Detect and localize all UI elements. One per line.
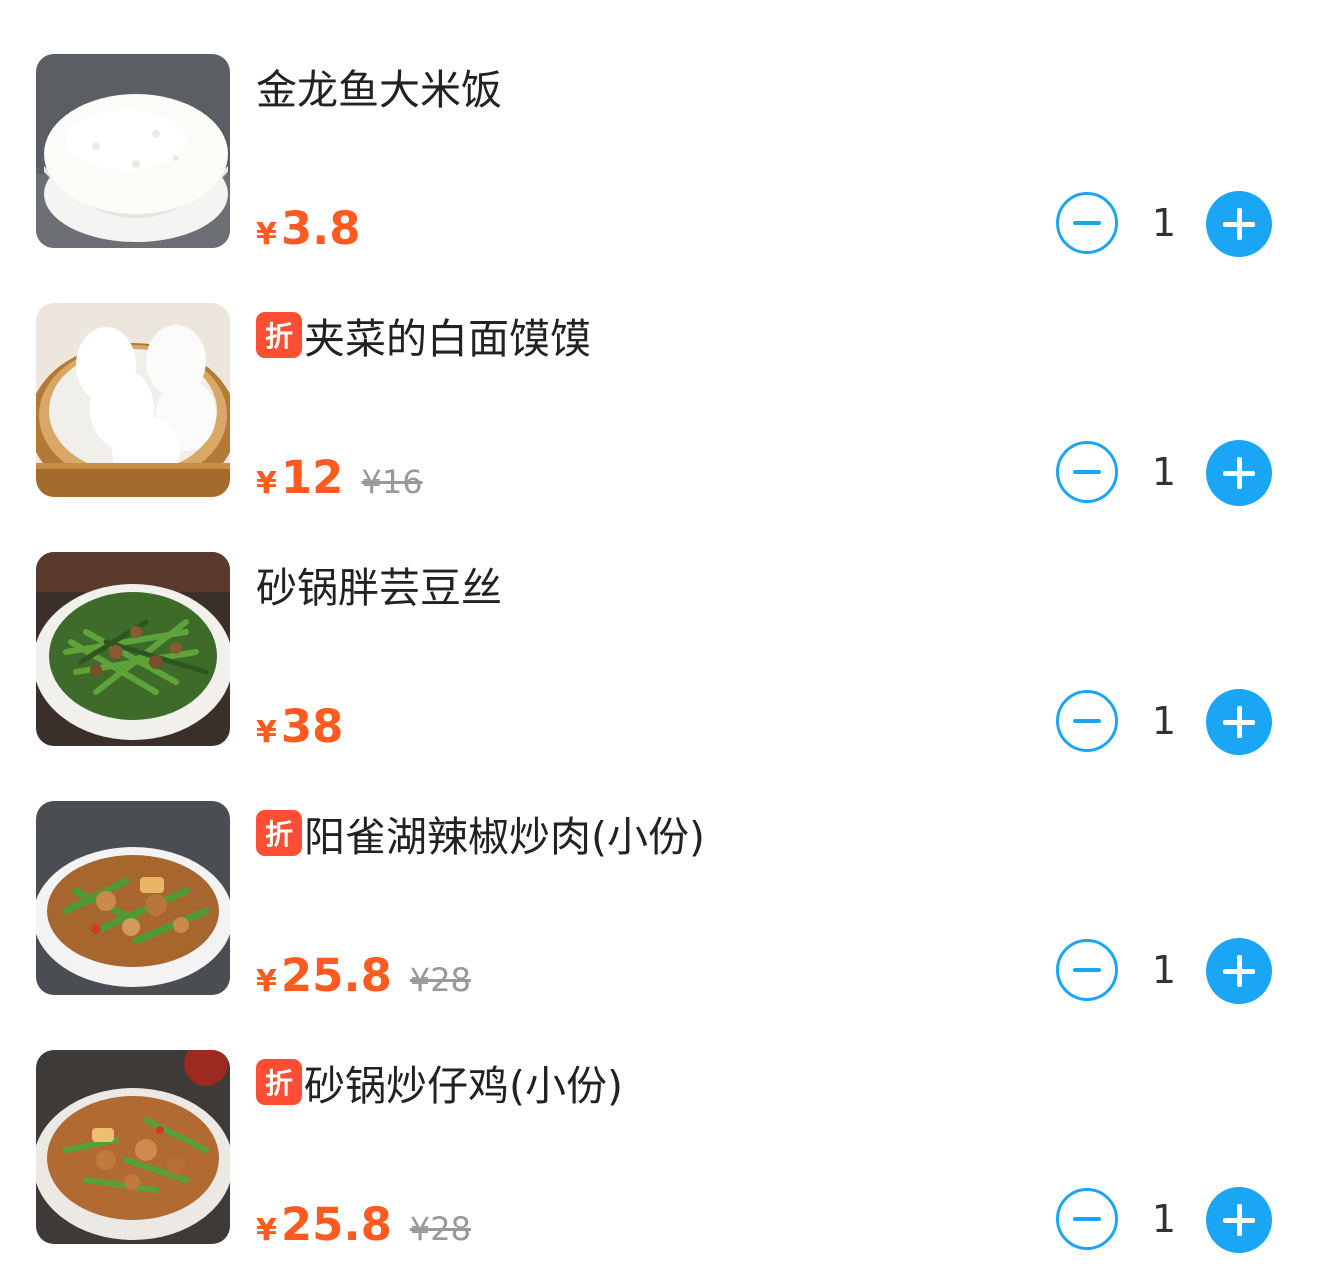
item-quantity: 1	[1151, 948, 1177, 992]
item-quantity: 1	[1151, 699, 1177, 743]
increase-quantity-button[interactable]	[1206, 440, 1272, 506]
cart-item[interactable]: 折 砂锅炒仔鸡(小份) ¥ 25.8 ¥28 1	[0, 1050, 1320, 1253]
chicken-pot-image	[36, 1050, 230, 1244]
discount-tag: 折	[256, 1059, 302, 1105]
item-name-text: 金龙鱼大米饭	[256, 66, 502, 114]
quantity-stepper: 1	[1056, 440, 1272, 507]
item-quantity: 1	[1151, 201, 1177, 245]
item-name: 折 阳雀湖辣椒炒肉(小份)	[256, 805, 705, 861]
decrease-quantity-button[interactable]	[1056, 690, 1118, 752]
price-row: ¥ 3.8	[256, 202, 361, 262]
item-name-text: 砂锅胖芸豆丝	[256, 564, 502, 612]
increase-quantity-button[interactable]	[1206, 689, 1272, 755]
cart-item[interactable]: 金龙鱼大米饭 ¥ 3.8 1	[0, 54, 1320, 257]
original-price: ¥28	[409, 1210, 471, 1248]
currency-symbol: ¥	[256, 715, 277, 750]
original-price: ¥16	[361, 463, 423, 501]
decrease-quantity-button[interactable]	[1056, 939, 1118, 1001]
item-name-text: 阳雀湖辣椒炒肉(小份)	[304, 813, 705, 861]
increase-quantity-button[interactable]	[1206, 938, 1272, 1004]
currency-symbol: ¥	[256, 466, 277, 501]
currency-symbol: ¥	[256, 1213, 277, 1248]
increase-quantity-button[interactable]	[1206, 1187, 1272, 1253]
price-row: ¥ 25.8 ¥28	[256, 949, 471, 1009]
quantity-stepper: 1	[1056, 191, 1272, 258]
cart-item[interactable]: 折 夹菜的白面馍馍 ¥ 12 ¥16 1	[0, 303, 1320, 506]
steamed-buns-image	[36, 303, 230, 497]
item-price: 25.8	[280, 949, 392, 1002]
currency-symbol: ¥	[256, 217, 277, 252]
item-price: 38	[280, 700, 344, 753]
green-beans-pot-image	[36, 552, 230, 746]
cart-item[interactable]: 折 阳雀湖辣椒炒肉(小份) ¥ 25.8 ¥28 1	[0, 801, 1320, 1004]
price-row: ¥ 12 ¥16	[256, 451, 423, 511]
quantity-stepper: 1	[1056, 938, 1272, 1005]
original-price: ¥28	[409, 961, 471, 999]
discount-tag: 折	[256, 810, 302, 856]
item-name: 砂锅胖芸豆丝	[256, 556, 502, 612]
item-quantity: 1	[1151, 1197, 1177, 1241]
item-price: 12	[280, 451, 344, 504]
item-price: 3.8	[280, 202, 361, 255]
quantity-stepper: 1	[1056, 689, 1272, 756]
pepper-pork-plate-image	[36, 801, 230, 995]
item-name-text: 夹菜的白面馍馍	[304, 315, 591, 363]
price-row: ¥ 25.8 ¥28	[256, 1198, 471, 1258]
quantity-stepper: 1	[1056, 1187, 1272, 1254]
item-name: 金龙鱼大米饭	[256, 58, 502, 114]
decrease-quantity-button[interactable]	[1056, 441, 1118, 503]
item-name-text: 砂锅炒仔鸡(小份)	[304, 1062, 623, 1110]
currency-symbol: ¥	[256, 964, 277, 999]
price-row: ¥ 38	[256, 700, 344, 760]
decrease-quantity-button[interactable]	[1056, 1188, 1118, 1250]
cart-item[interactable]: 砂锅胖芸豆丝 ¥ 38 1	[0, 552, 1320, 755]
increase-quantity-button[interactable]	[1206, 191, 1272, 257]
rice-bowl-image	[36, 54, 230, 248]
cart-item-list: 金龙鱼大米饭 ¥ 3.8 1 折 夹菜的白面馍馍 ¥ 12 ¥16 1 砂锅胖芸…	[0, 0, 1320, 1288]
decrease-quantity-button[interactable]	[1056, 192, 1118, 254]
item-name: 折 夹菜的白面馍馍	[256, 307, 591, 363]
discount-tag: 折	[256, 312, 302, 358]
item-price: 25.8	[280, 1198, 392, 1251]
item-quantity: 1	[1151, 450, 1177, 494]
item-name: 折 砂锅炒仔鸡(小份)	[256, 1054, 623, 1110]
